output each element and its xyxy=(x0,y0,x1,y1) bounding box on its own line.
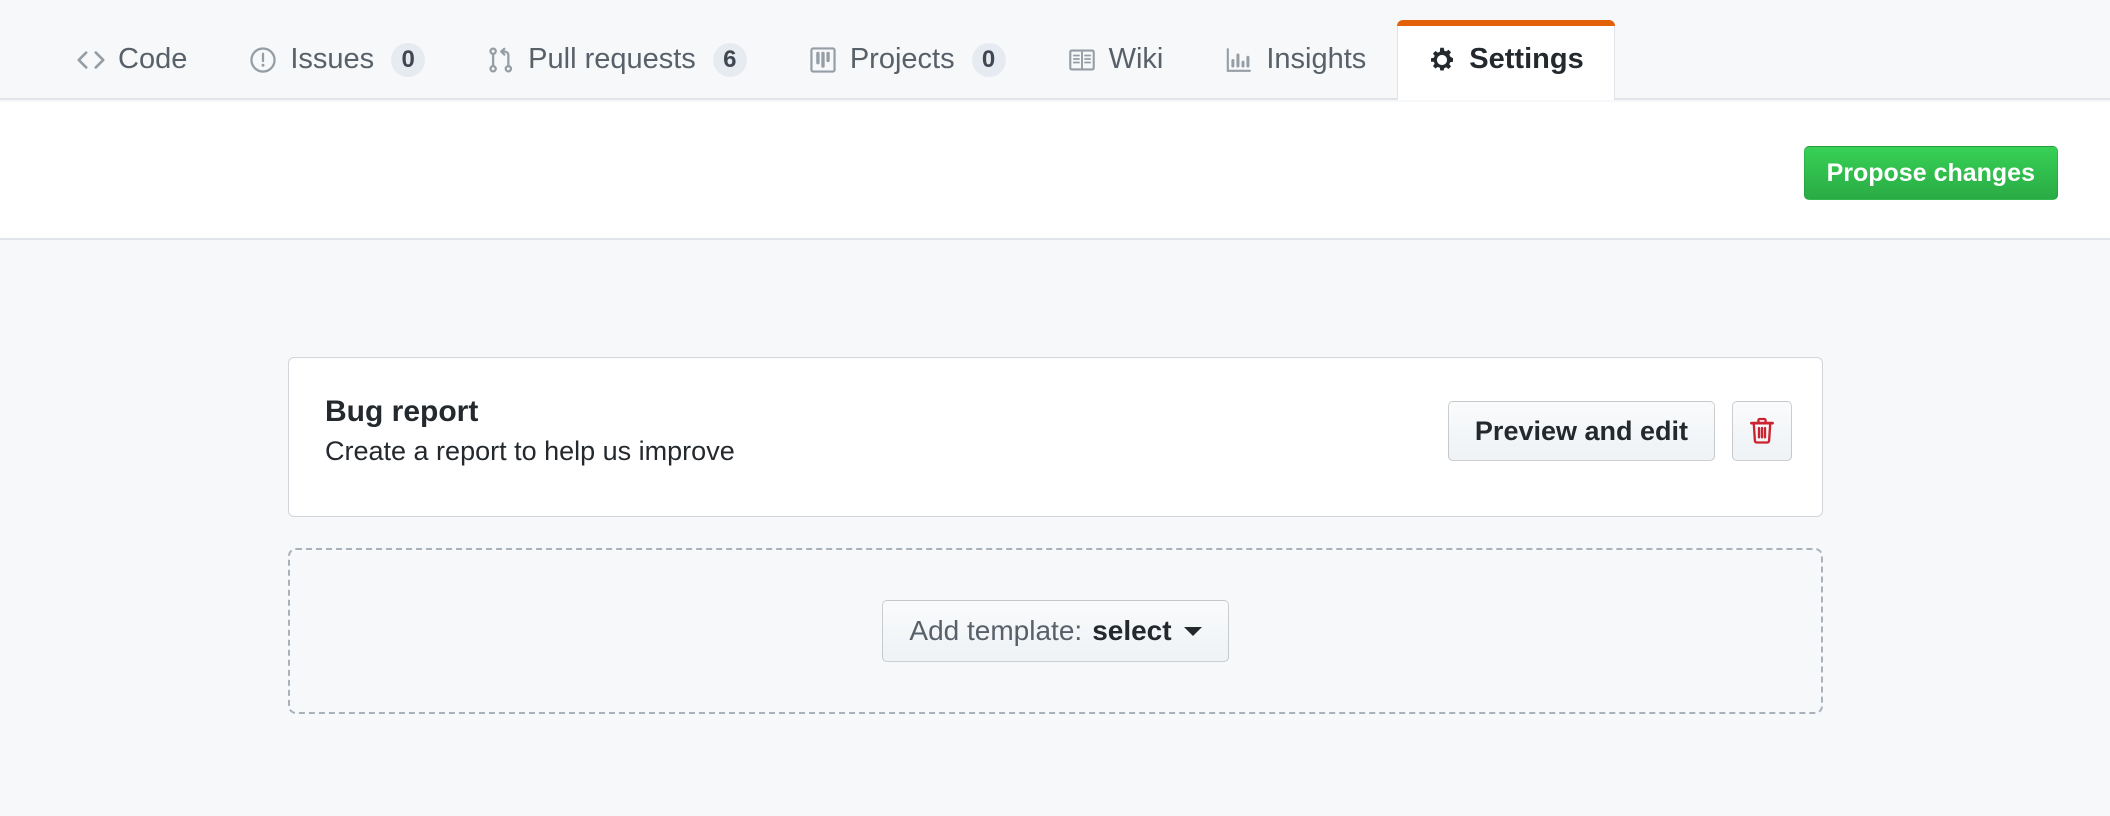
issue-template-title: Bug report xyxy=(325,394,735,431)
propose-changes-button[interactable]: Propose changes xyxy=(1804,146,2058,200)
tab-code[interactable]: Code xyxy=(46,20,218,98)
trash-icon xyxy=(1747,416,1777,446)
issue-template-actions: Preview and edit xyxy=(1448,401,1792,461)
issues-counter: 0 xyxy=(391,43,425,77)
tab-list: Code Issues 0 xyxy=(46,0,1615,98)
projects-counter: 0 xyxy=(972,43,1006,77)
caret-down-icon xyxy=(1184,627,1202,636)
tab-label: Settings xyxy=(1469,45,1583,74)
tab-insights[interactable]: Insights xyxy=(1194,20,1397,98)
tab-issues[interactable]: Issues 0 xyxy=(218,20,456,98)
tab-label: Wiki xyxy=(1109,45,1164,74)
tab-projects[interactable]: Projects 0 xyxy=(778,20,1037,98)
issue-template-info: Bug report Create a report to help us im… xyxy=(325,394,735,468)
main-content: Bug report Create a report to help us im… xyxy=(0,242,2110,816)
action-band: Propose changes xyxy=(0,102,2110,240)
tab-wiki[interactable]: Wiki xyxy=(1037,20,1195,98)
code-icon xyxy=(77,46,105,74)
tab-label: Code xyxy=(118,45,187,74)
preview-and-edit-button[interactable]: Preview and edit xyxy=(1448,401,1715,461)
tab-settings[interactable]: Settings xyxy=(1397,20,1614,100)
add-template-prefix: Add template: xyxy=(909,617,1082,645)
settings-page: Code Issues 0 xyxy=(0,0,2110,816)
repository-tab-navigation: Code Issues 0 xyxy=(0,0,2110,100)
tab-label: Pull requests xyxy=(528,45,696,74)
issue-opened-icon xyxy=(249,46,277,74)
book-icon xyxy=(1068,46,1096,74)
issue-template-card: Bug report Create a report to help us im… xyxy=(288,357,1823,517)
tab-label: Issues xyxy=(290,45,374,74)
add-template-select-button[interactable]: Add template: select xyxy=(882,600,1228,662)
gear-icon xyxy=(1428,46,1456,74)
tab-pull-requests[interactable]: Pull requests 6 xyxy=(456,20,778,98)
tab-label: Insights xyxy=(1266,45,1366,74)
pull-requests-counter: 6 xyxy=(713,43,747,77)
issue-template-description: Create a report to help us improve xyxy=(325,435,735,468)
graph-icon xyxy=(1225,46,1253,74)
add-template-dropzone: Add template: select xyxy=(288,548,1823,714)
tab-label: Projects xyxy=(850,45,955,74)
delete-template-button[interactable] xyxy=(1732,401,1792,461)
add-template-value: select xyxy=(1092,617,1171,645)
git-pull-request-icon xyxy=(487,46,515,74)
project-icon xyxy=(809,46,837,74)
